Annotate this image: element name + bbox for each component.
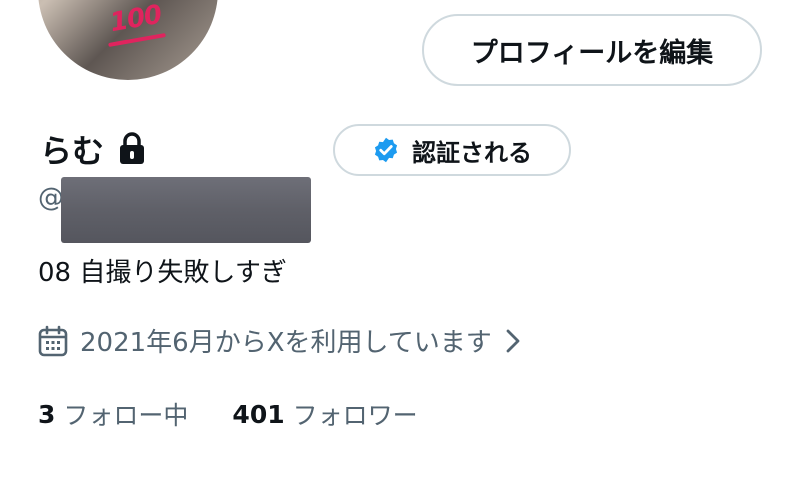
calendar-icon — [38, 325, 68, 356]
hundred-points-sticker: 100 — [107, 0, 164, 39]
following-label: フォロー中 — [63, 401, 189, 430]
chevron-right-icon — [506, 329, 520, 352]
handle-redaction-block — [61, 177, 311, 243]
display-name: らむ — [40, 132, 105, 170]
following-link[interactable]: 3 フォロー中 — [38, 396, 188, 432]
profile-bio: 08 自撮り失敗しすぎ — [38, 258, 287, 288]
get-verified-label: 認証される — [412, 138, 532, 167]
verified-badge-icon — [374, 137, 398, 163]
followers-label: フォロワー — [292, 401, 418, 430]
edit-profile-button[interactable]: プロフィールを編集 — [422, 14, 762, 86]
followers-count: 401 — [232, 399, 285, 429]
following-count: 3 — [38, 399, 56, 429]
name-row: らむ — [40, 126, 146, 172]
joined-date-row[interactable]: 2021年6月からXを利用しています — [38, 322, 522, 359]
lock-icon — [120, 132, 145, 164]
follow-stats-row: 3 フォロー中 401 フォロワー — [38, 396, 418, 432]
get-verified-button[interactable]: 認証される — [333, 124, 571, 176]
handle-row: @ — [38, 177, 311, 243]
avatar[interactable]: 100 — [38, 0, 218, 80]
followers-link[interactable]: 401 フォロワー — [232, 396, 417, 432]
joined-date-text: 2021年6月からXを利用しています — [80, 328, 492, 358]
